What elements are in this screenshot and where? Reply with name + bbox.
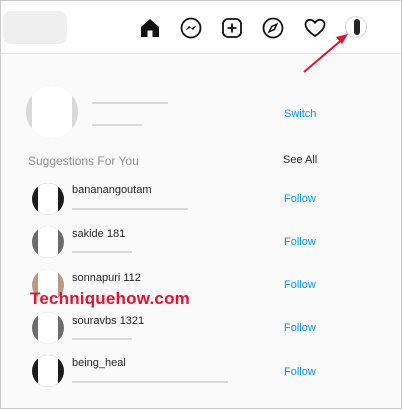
follow-button[interactable]: Follow [284,322,316,334]
suggestion-subtitle-redacted [72,251,132,253]
suggestion-username[interactable]: sonnapuri 112 [72,272,141,284]
messenger-icon[interactable] [179,16,203,40]
suggestions-heading: Suggestions For You [28,154,139,168]
search-input[interactable] [3,11,67,44]
suggestion-username[interactable]: souravbs 1321 [72,315,144,327]
current-user-avatar[interactable] [26,86,78,138]
follow-button[interactable]: Follow [284,236,316,248]
follow-button[interactable]: Follow [284,366,316,378]
follow-button[interactable]: Follow [284,279,316,291]
suggestion-username[interactable]: sakide 181 [72,228,125,240]
switch-account-button[interactable]: Switch [284,108,316,120]
see-all-button[interactable]: See All [283,154,317,166]
current-username-redacted [92,102,168,104]
new-post-icon[interactable] [220,16,244,40]
suggestion-avatar[interactable] [32,183,64,215]
suggestion-avatar[interactable] [32,226,64,258]
suggestion-username[interactable]: bananangoutam [72,184,152,196]
follow-button[interactable]: Follow [284,193,316,205]
home-icon[interactable] [138,16,162,40]
annotation-arrow-icon [303,34,348,73]
suggestion-username[interactable]: being_heal [72,357,126,369]
explore-icon[interactable] [261,16,285,40]
suggestion-followed-by-redacted [72,208,188,210]
suggestion-avatar[interactable] [32,355,64,387]
suggestion-subtitle-redacted [72,338,132,340]
suggestion-subtitle-redacted [72,381,228,383]
current-fullname-redacted [92,124,142,126]
suggestion-avatar[interactable] [32,312,64,344]
watermark-text: Techniquehow.com [30,289,190,308]
